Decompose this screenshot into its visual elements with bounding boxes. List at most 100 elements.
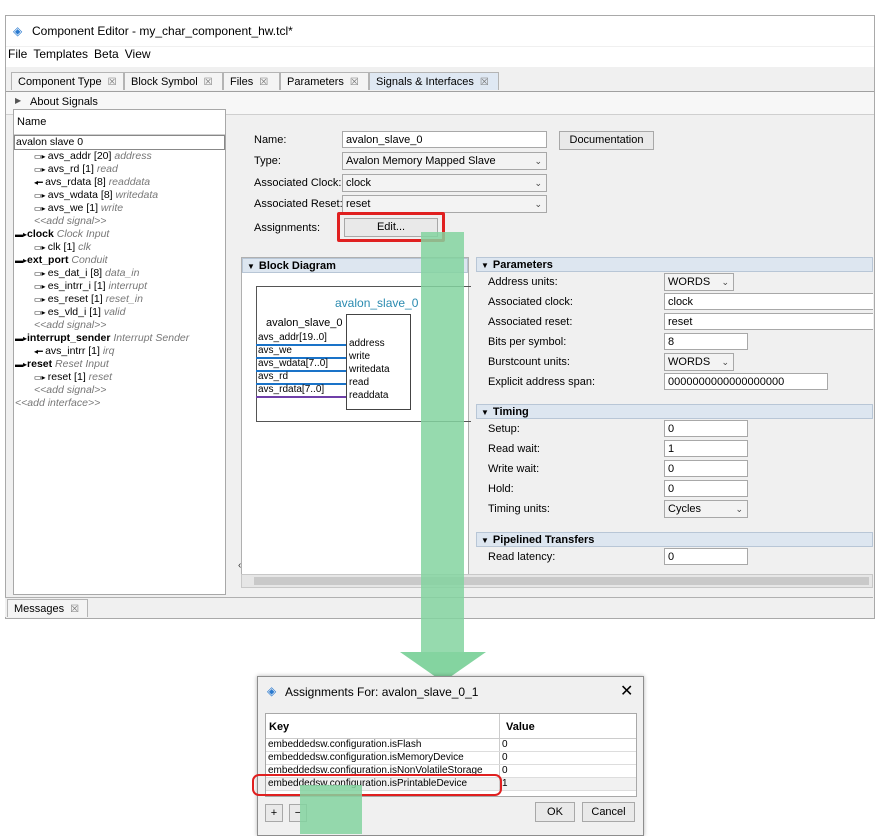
tree-row[interactable]: ▭▸ es_reset [1] reset_in (14, 293, 225, 306)
tree-row[interactable]: ▭▸ avs_addr [20] address (14, 150, 225, 163)
tree-row[interactable]: ▬▸interrupt_sender Interrupt Sender (14, 332, 225, 345)
pipelined-header[interactable]: ▼ Pipelined Transfers (476, 532, 873, 547)
tree-row[interactable]: ▭▸ reset [1] reset (14, 371, 225, 384)
menu-view[interactable]: View (125, 47, 151, 61)
close-icon[interactable]: ☒ (480, 77, 489, 88)
close-icon[interactable]: ☒ (108, 77, 117, 88)
app-icon: ◈ (267, 684, 277, 698)
param-field[interactable]: 0 (664, 460, 748, 477)
param-field[interactable]: 0 (664, 480, 748, 497)
ok-button[interactable]: OK (535, 802, 575, 822)
port-external-label: avs_wdata[7..0] (258, 358, 329, 369)
tab-label: Component Type (18, 76, 102, 88)
param-field[interactable]: clock (664, 293, 873, 310)
tree-row-type: reset_in (105, 293, 143, 305)
interface-icon: ▬▸ (15, 360, 28, 369)
param-field[interactable]: reset (664, 313, 873, 330)
tree-row[interactable]: ▭▸ avs_we [1] write (14, 202, 225, 215)
tree-row[interactable]: ◂━ avs_rdata [8] readdata (14, 176, 225, 189)
table-row[interactable]: embeddedsw.configuration.isFlash 0 (266, 739, 636, 752)
tab-files[interactable]: Files ☒ (223, 72, 280, 90)
tree-row-name: ext_port (27, 254, 69, 266)
name-field[interactable]: avalon_slave_0 (342, 131, 547, 148)
type-select[interactable]: Avalon Memory Mapped Slave ⌄ (342, 152, 547, 170)
window-title: Component Editor - my_char_component_hw.… (32, 24, 293, 38)
reset-value: reset (346, 198, 371, 210)
param-select[interactable]: Cycles ⌄ (664, 500, 748, 518)
tree-row[interactable]: ▭▸ es_dat_i [8] data_in (14, 267, 225, 280)
param-field[interactable]: 8 (664, 333, 748, 350)
value-column-header: Value (506, 721, 535, 733)
tab-signals-interfaces[interactable]: Signals & Interfaces ☒ (369, 72, 499, 90)
output-port-icon: ▭▸ (34, 165, 48, 174)
menu-beta[interactable]: Beta (94, 47, 119, 61)
row-value: 0 (502, 752, 508, 763)
close-icon[interactable]: ✕ (620, 681, 633, 701)
param-select[interactable]: WORDS ⌄ (664, 273, 734, 291)
add-button[interactable]: + (265, 804, 283, 822)
param-field[interactable]: 0000000000000000000 (664, 373, 828, 390)
param-field[interactable]: 0 (664, 548, 748, 565)
param-select[interactable]: WORDS ⌄ (664, 353, 734, 371)
parameters-panel: ▼ Parameters Address units: WORDS ⌄ Associat… (476, 257, 873, 587)
tab-component-type[interactable]: Component Type ☒ (11, 72, 124, 90)
tab-block-symbol[interactable]: Block Symbol ☒ (124, 72, 223, 90)
tree-row[interactable]: <<add signal>> (14, 215, 225, 228)
tree-row[interactable]: ▭▸ clk [1] clk (14, 241, 225, 254)
tree-row[interactable]: <<add interface>> (14, 397, 225, 410)
clock-value: clock (346, 177, 372, 189)
horizontal-scrollbar[interactable] (241, 574, 873, 588)
tree-row[interactable]: avalon slave 0 (14, 135, 225, 150)
tree-row-name: interrupt_sender (27, 332, 111, 344)
tab-parameters[interactable]: Parameters ☒ (280, 72, 369, 90)
close-icon[interactable]: ☒ (70, 604, 79, 615)
tree-row[interactable]: ▭▸ es_intrr_i [1] interrupt (14, 280, 225, 293)
tree-row[interactable]: ▬▸clock Clock Input (14, 228, 225, 241)
reset-select[interactable]: reset ⌄ (342, 195, 547, 213)
scrollbar-thumb[interactable] (254, 577, 869, 585)
close-icon[interactable]: ☒ (259, 77, 268, 88)
interface-icon: ▬▸ (15, 256, 28, 265)
tree-row[interactable]: ▭▸ avs_wdata [8] writedata (14, 189, 225, 202)
tree-row-name: reset [1] (47, 371, 86, 383)
arrow-tail (300, 785, 362, 834)
scroll-left-icon[interactable]: ‹ (238, 560, 241, 571)
about-signals-label: About Signals (30, 96, 98, 108)
tree-row[interactable]: ◂━ avs_intrr [1] irq (14, 345, 225, 358)
tree-row[interactable]: ▬▸ext_port Conduit (14, 254, 225, 267)
menu-file[interactable]: File (8, 47, 27, 61)
row-value: 0 (502, 765, 508, 776)
tree-row[interactable]: ▭▸ avs_rd [1] read (14, 163, 225, 176)
close-icon[interactable]: ☒ (204, 77, 213, 88)
block-diagram-title: Block Diagram (258, 260, 336, 272)
param-field[interactable]: 1 (664, 440, 748, 457)
tree-row[interactable]: ▬▸reset Reset Input (14, 358, 225, 371)
collapse-icon[interactable]: ▼ (247, 262, 255, 271)
collapse-icon[interactable]: ▼ (481, 408, 489, 417)
documentation-button[interactable]: Documentation (559, 131, 654, 150)
clock-select[interactable]: clock ⌄ (342, 174, 547, 192)
param-value: 0 (668, 423, 675, 435)
timing-header[interactable]: ▼ Timing (476, 404, 873, 419)
port-internal-label: address (349, 338, 385, 349)
collapse-icon[interactable]: ▼ (481, 536, 489, 545)
tree-row-name: es_intrr_i [1] (47, 280, 106, 292)
port-internal-label: write (349, 351, 371, 362)
tree-row[interactable]: <<add signal>> (14, 319, 225, 332)
row-value: 0 (502, 739, 508, 750)
type-label: Type: (254, 155, 281, 167)
param-label: Associated reset: (488, 316, 573, 328)
menu-templates[interactable]: Templates (33, 47, 88, 61)
output-port-icon: ▭▸ (34, 152, 48, 161)
close-icon[interactable]: ☒ (350, 77, 359, 88)
tree-row[interactable]: ▭▸ es_vld_i [1] valid (14, 306, 225, 319)
table-row[interactable]: embeddedsw.configuration.isMemoryDevice 0 (266, 752, 636, 765)
collapse-icon[interactable]: ▼ (481, 261, 489, 270)
param-label: Explicit address span: (488, 376, 595, 388)
param-field[interactable]: 0 (664, 420, 748, 437)
tab-messages[interactable]: Messages ☒ (7, 599, 88, 617)
cancel-button[interactable]: Cancel (582, 802, 635, 822)
expand-icon[interactable]: ▶ (15, 96, 21, 105)
parameters-header[interactable]: ▼ Parameters (476, 257, 873, 272)
tree-row[interactable]: <<add signal>> (14, 384, 225, 397)
